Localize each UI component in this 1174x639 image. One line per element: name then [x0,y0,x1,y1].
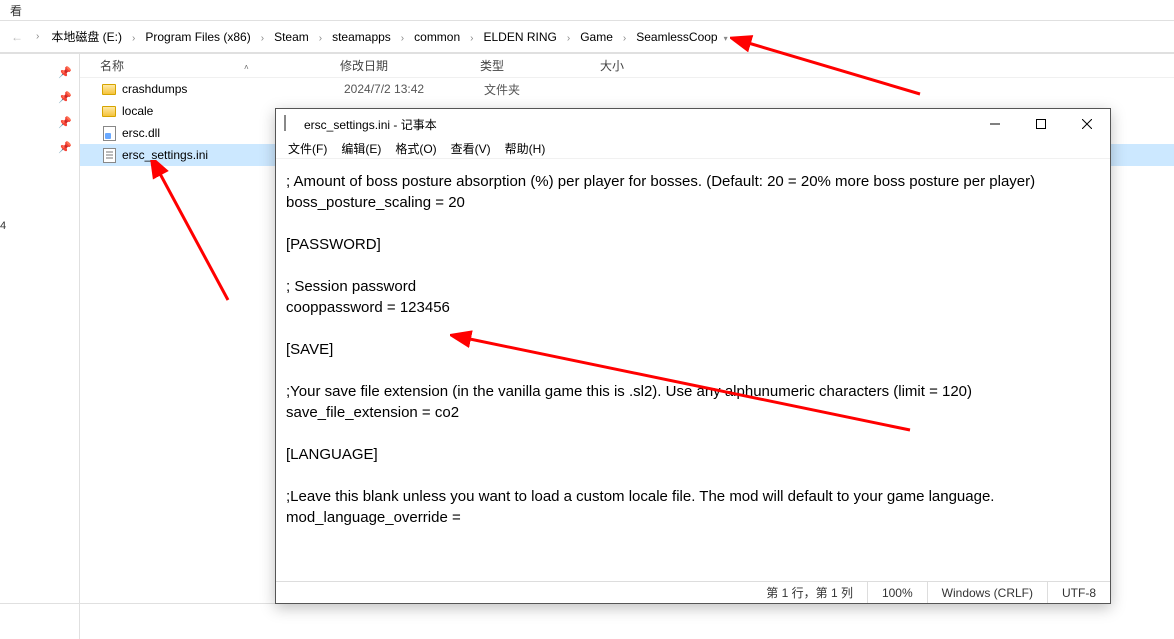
chevron-right-icon: › [464,33,479,44]
pin-icon: 📌 [0,85,79,110]
chevron-right-icon: › [313,33,328,44]
status-bar: 第 1 行，第 1 列 100% Windows (CRLF) UTF-8 [276,581,1110,603]
close-button[interactable] [1064,109,1110,139]
file-item[interactable]: crashdumps2024/7/2 13:42文件夹 [80,78,1174,100]
folder-icon [100,81,118,97]
sort-indicator-icon: ˄ [244,63,249,72]
menu-item[interactable]: 编辑(E) [335,139,387,158]
titlebar[interactable]: ersc_settings.ini - 记事本 [276,109,1110,139]
menu-item[interactable]: 帮助(H) [499,139,552,158]
breadcrumb-item[interactable]: steamapps [328,28,395,46]
maximize-icon [1036,119,1046,129]
column-type[interactable]: 类型 [480,57,600,74]
menu-item[interactable]: 文件(F) [282,139,333,158]
window-title: ersc_settings.ini - 记事本 [304,116,972,133]
breadcrumb-item[interactable]: SeamlessCoop [632,28,721,46]
maximize-button[interactable] [1018,109,1064,139]
breadcrumb-item[interactable]: Game [576,28,617,46]
column-name[interactable]: 名称˄ [100,57,340,74]
minimize-icon [990,119,1000,129]
pin-icon: 📌 [0,110,79,135]
column-date[interactable]: 修改日期 [340,57,480,74]
text-area[interactable]: ; Amount of boss posture absorption (%) … [276,159,1110,581]
menu-item[interactable]: 查看(V) [445,139,497,158]
minimize-button[interactable] [972,109,1018,139]
pin-icon: 📌 [0,135,79,160]
chevron-down-icon[interactable]: ▾ [724,34,728,43]
menubar: 文件(F)编辑(E)格式(O)查看(V)帮助(H) [276,139,1110,159]
chevron-right-icon: › [561,33,576,44]
ini-icon [100,147,118,163]
folder-icon [100,103,118,119]
address-bar[interactable]: ← › 本地磁盘 (E:)›Program Files (x86)›Steam›… [0,21,1174,53]
pin-icon: 📌 [0,60,79,85]
notepad-window: ersc_settings.ini - 记事本 文件(F)编辑(E)格式(O)查… [275,108,1111,604]
status-encoding: UTF-8 [1047,582,1110,603]
chevron-right-icon: › [395,33,410,44]
back-button[interactable]: ← [6,26,28,48]
status-eol: Windows (CRLF) [927,582,1047,603]
file-name: crashdumps [122,82,344,96]
divider [0,603,280,604]
ribbon-tab-label: 看 [10,2,22,19]
column-headers[interactable]: 名称˄ 修改日期 类型 大小 [80,54,1174,78]
dll-icon [100,125,118,141]
left-count: 4 [0,220,6,232]
column-size[interactable]: 大小 [600,57,680,74]
ribbon-tab[interactable]: 看 [0,0,1174,21]
chevron-right-icon: › [617,33,632,44]
breadcrumb-item[interactable]: Program Files (x86) [141,28,254,46]
breadcrumb-item[interactable]: common [410,28,464,46]
file-type: 文件夹 [484,81,604,98]
chevron-right-icon: › [255,33,270,44]
breadcrumb-item[interactable]: Steam [270,28,313,46]
menu-item[interactable]: 格式(O) [389,139,442,158]
file-date: 2024/7/2 13:42 [344,82,484,96]
close-icon [1082,119,1092,129]
breadcrumb-item[interactable]: 本地磁盘 (E:) [47,28,126,46]
status-position: 第 1 行，第 1 列 [752,582,867,603]
chevron-right-icon: › [126,33,141,44]
file-icon [284,116,298,132]
nav-pane[interactable]: 📌 📌 📌 📌 [0,54,80,639]
status-zoom: 100% [867,582,927,603]
breadcrumb-item[interactable]: ELDEN RING [480,28,561,46]
